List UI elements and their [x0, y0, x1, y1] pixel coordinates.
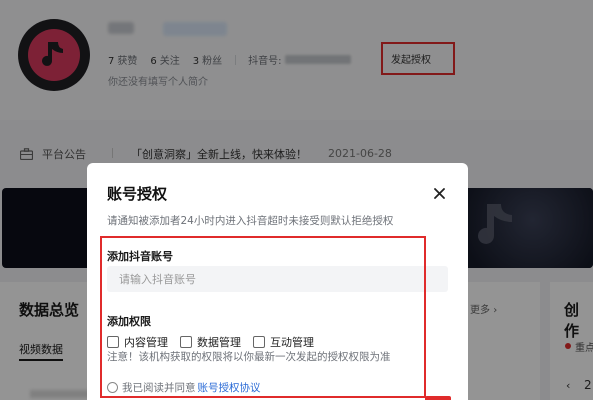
close-icon[interactable]: [428, 182, 450, 204]
confirm-button-edge[interactable]: [425, 396, 451, 400]
highlight-box-form: [100, 236, 426, 398]
dialog-description: 请通知被添加者24小时内进入抖音超时未接受则默认拒绝授权: [107, 215, 394, 227]
dialog-title: 账号授权: [107, 185, 168, 203]
